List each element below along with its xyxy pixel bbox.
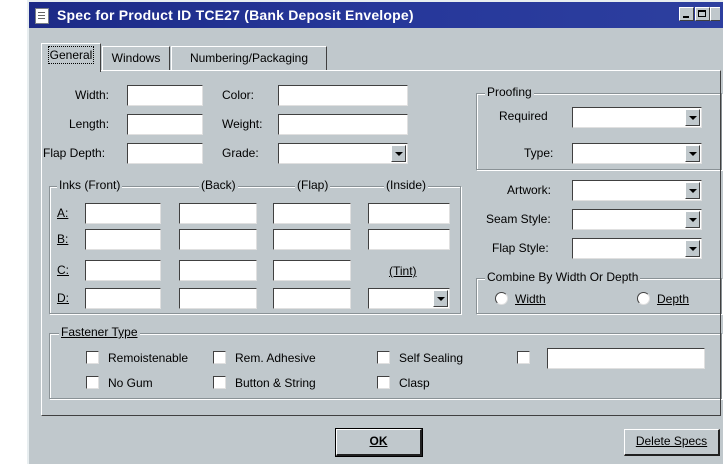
tab-windows[interactable]: Windows <box>102 46 170 70</box>
close-button[interactable] <box>710 7 720 21</box>
ok-button[interactable]: OK <box>335 428 423 457</box>
tab-numbering-packaging-label: Numbering/Packaging <box>189 51 309 65</box>
general-tab-panel <box>41 70 721 416</box>
tab-windows-label: Windows <box>111 51 161 65</box>
title-bar[interactable]: Spec for Product ID TCE27 (Bank Deposit … <box>29 2 723 28</box>
tab-general-label: General <box>47 46 95 64</box>
ok-button-label: OK <box>369 434 388 448</box>
delete-specs-button[interactable]: Delete Specs <box>624 429 720 456</box>
system-menu-icon[interactable] <box>35 8 49 24</box>
spec-window: Spec for Product ID TCE27 (Bank Deposit … <box>27 0 723 464</box>
maximize-button[interactable] <box>695 7 710 21</box>
window-title: Spec for Product ID TCE27 (Bank Deposit … <box>57 7 414 23</box>
tab-numbering-packaging[interactable]: Numbering/Packaging <box>171 46 327 70</box>
minimize-button[interactable] <box>679 7 694 21</box>
delete-specs-button-label: Delete Specs <box>635 434 708 448</box>
tab-general[interactable]: General <box>41 43 101 72</box>
